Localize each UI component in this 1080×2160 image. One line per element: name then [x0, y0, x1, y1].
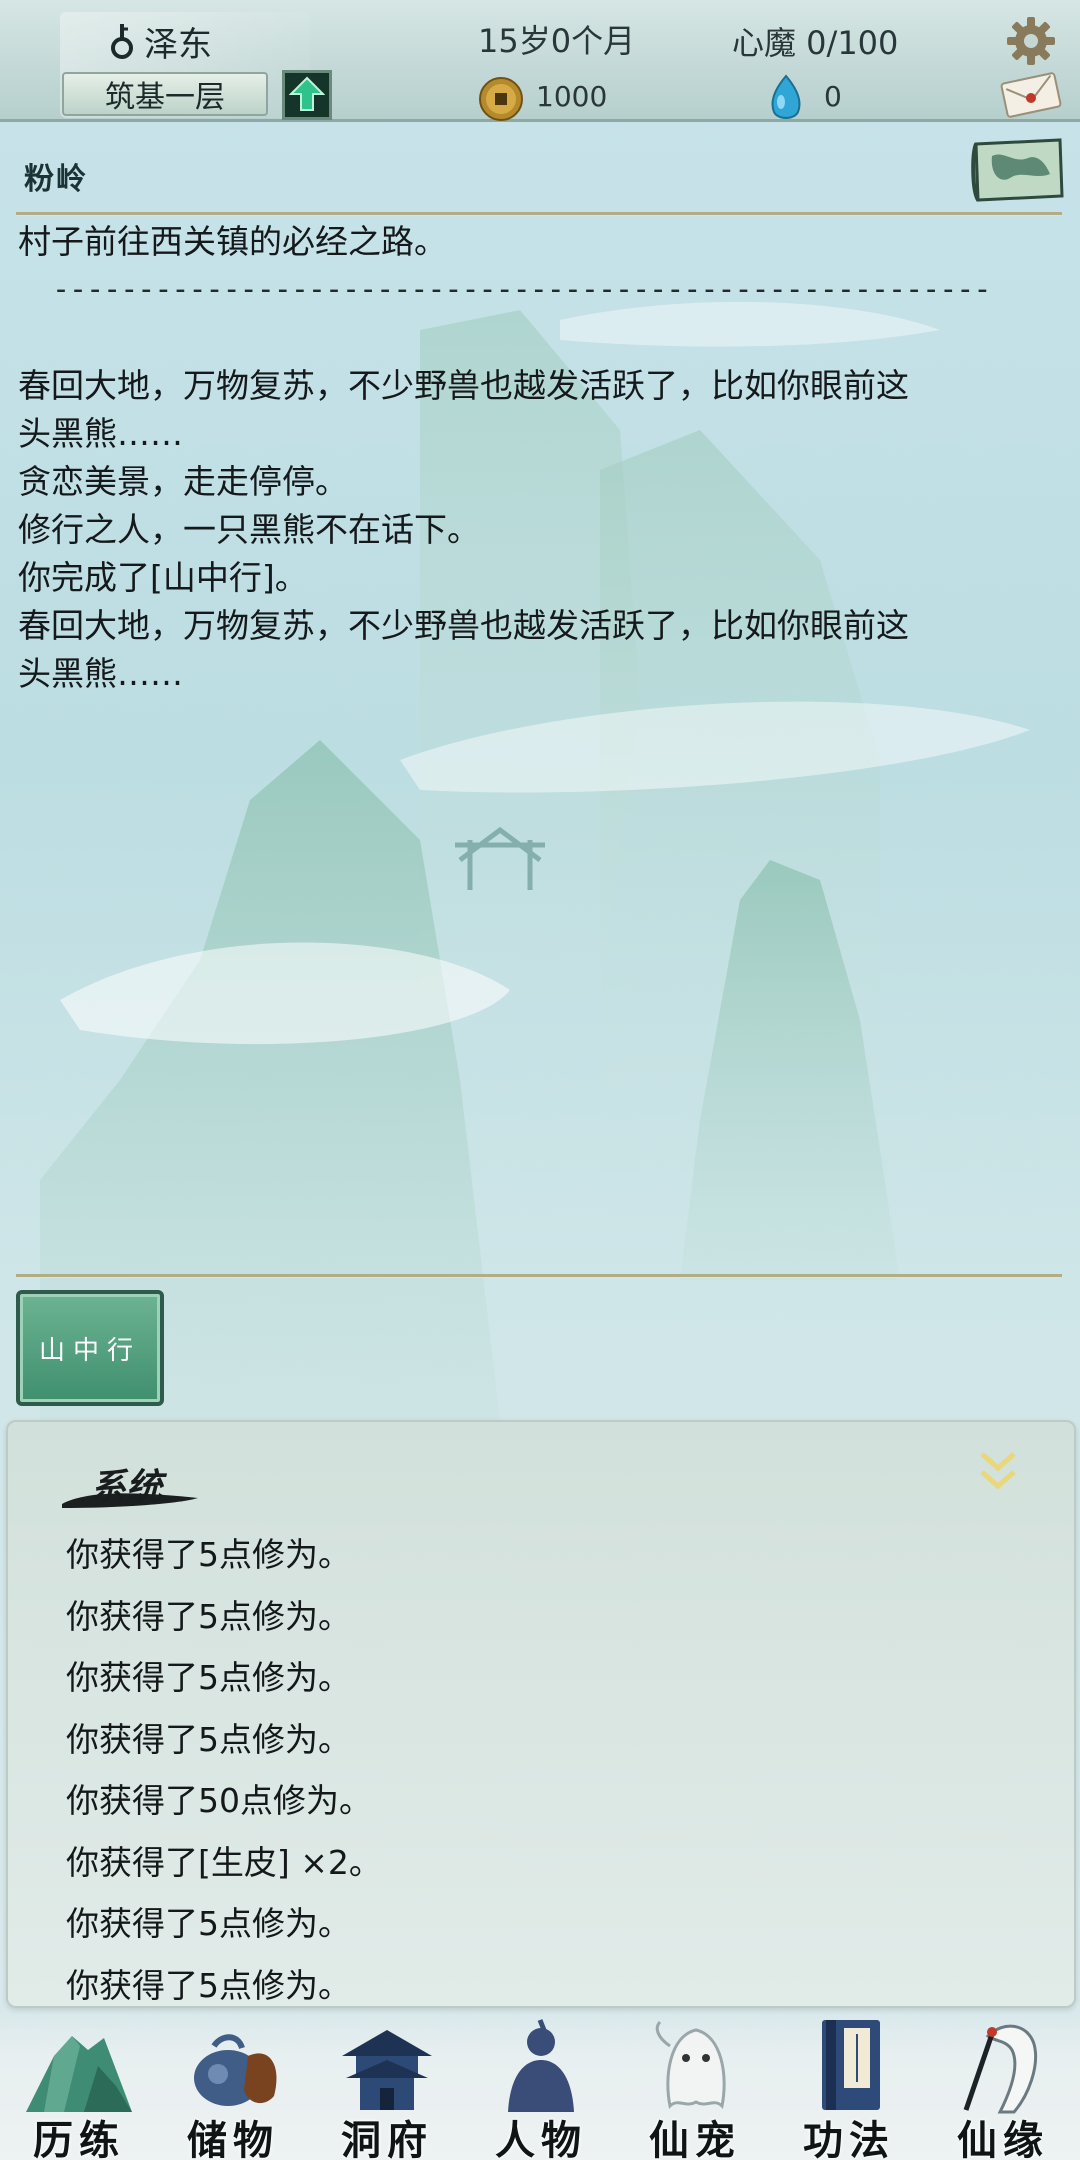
location-name: 粉岭 — [24, 162, 88, 197]
mountain-icon — [26, 2036, 132, 2112]
nav-label: 洞府 — [341, 2117, 433, 2160]
system-message: 你获得了50点修为。 — [66, 1781, 372, 1820]
story-spacer — [18, 314, 1058, 362]
story-log: 村子前往西关镇的必经之路。 --------------------------… — [18, 218, 1058, 698]
story-line: 春回大地，万物复苏，不少野兽也越发活跃了，比如你眼前这 — [18, 606, 909, 645]
system-message: 你获得了5点修为。 — [66, 1596, 351, 1636]
story-line: 头黑熊…… — [18, 654, 183, 693]
nav-label: 储物 — [187, 2117, 279, 2160]
player-age: 15岁0个月 — [478, 22, 636, 60]
book-icon — [822, 2020, 880, 2110]
system-message: 你获得了[生皮] ×2。 — [66, 1842, 382, 1882]
story-line: 春回大地，万物复苏，不少野兽也越发活跃了，比如你眼前这 — [18, 366, 909, 405]
nav-label: 仙缘 — [957, 2117, 1049, 2160]
up-arrow-icon — [289, 76, 325, 111]
bag-icon — [194, 2034, 277, 2106]
system-message: 你获得了5点修为。 — [66, 1719, 351, 1759]
person-icon — [508, 2019, 574, 2112]
system-message-panel: 系统 你获得了5点修为。 你获得了5点修为。 你获得了5点修为。 你获得了5点修… — [6, 1420, 1076, 2008]
player-name: 泽东 — [144, 24, 212, 65]
spirit-stone-amount: 0 — [824, 80, 842, 113]
system-message: 你获得了5点修为。 — [66, 1904, 351, 1943]
ghost-pet-icon — [655, 2020, 726, 2110]
system-message: 你获得了5点修为。 — [66, 1658, 351, 1697]
inner-demon-counter: 心魔 0/100 — [732, 24, 899, 62]
system-message-log: 你获得了5点修为。 你获得了5点修为。 你获得了5点修为。 你获得了5点修为。 … — [66, 1524, 1026, 2016]
event-action-button[interactable]: 山中行 — [16, 1290, 164, 1406]
system-title: 系统 — [90, 1466, 163, 1508]
nav-item-techniques[interactable]: 功法 — [774, 2012, 924, 2160]
breakthrough-button[interactable] — [282, 70, 332, 120]
nav-item-training[interactable]: 历练 — [4, 2012, 154, 2160]
gear-icon[interactable] — [1004, 14, 1058, 68]
spirit-stone-icon — [771, 74, 801, 119]
location-divider-top — [16, 212, 1062, 215]
pavilion-icon — [342, 2030, 432, 2110]
event-button-label: 山中行 — [38, 1335, 141, 1366]
nav-item-pet[interactable]: 仙宠 — [620, 2012, 770, 2160]
story-line: 修行之人，一只黑熊不在话下。 — [18, 510, 480, 549]
story-divider-bottom — [16, 1274, 1062, 1277]
player-status-bar: 泽东 筑基一层 15岁0个月 1000 心魔 0/100 0 — [0, 0, 1080, 122]
nav-label: 人物 — [495, 2117, 587, 2160]
nav-label: 历练 — [33, 2117, 125, 2160]
mail-icon[interactable] — [1000, 70, 1062, 118]
nav-item-cave[interactable]: 洞府 — [312, 2012, 462, 2160]
location-header: 粉岭 — [0, 126, 1080, 214]
cultivation-realm-label: 筑基一层 — [62, 72, 268, 116]
gender-icon — [111, 24, 133, 59]
story-line: 头黑熊…… — [18, 414, 183, 453]
crane-icon — [963, 2024, 1038, 2114]
bottom-navigation: 历练 储物 洞府 人物 仙宠 功法 仙缘 — [0, 2012, 1080, 2160]
nav-label: 功法 — [803, 2117, 895, 2160]
coin-icon — [479, 77, 523, 121]
nav-label: 仙宠 — [649, 2117, 741, 2160]
nav-item-fate[interactable]: 仙缘 — [928, 2012, 1078, 2160]
map-scroll-icon[interactable] — [970, 134, 1066, 206]
nav-item-storage[interactable]: 储物 — [158, 2012, 308, 2160]
system-message: 你获得了5点修为。 — [66, 1535, 351, 1574]
nav-item-character[interactable]: 人物 — [466, 2012, 616, 2160]
player-name-row: 泽东 — [108, 16, 212, 66]
system-title-area: 系统 — [58, 1452, 218, 1512]
coin-amount: 1000 — [536, 80, 608, 113]
story-line: 你完成了[山中行]。 — [18, 558, 308, 597]
story-divider: ----------------------------------------… — [52, 272, 991, 307]
system-message: 你获得了5点修为。 — [66, 1965, 351, 2005]
story-line: 贪恋美景，走走停停。 — [18, 462, 348, 501]
story-line: 村子前往西关镇的必经之路。 — [18, 222, 447, 261]
chevron-double-down-icon[interactable] — [972, 1446, 1024, 1498]
